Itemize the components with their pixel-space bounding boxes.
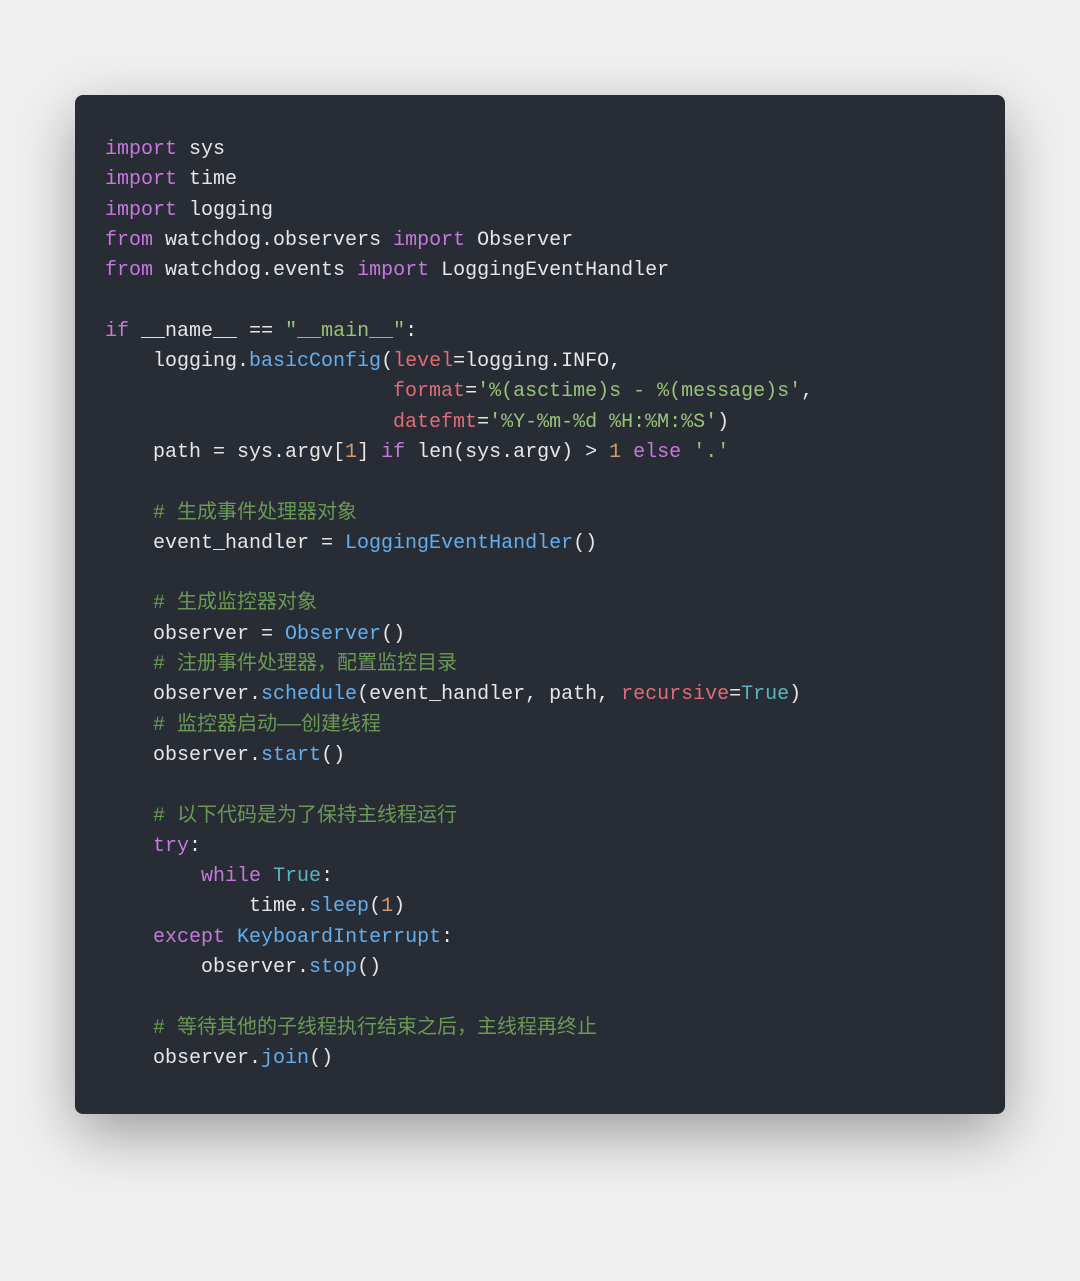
- line-5: from watchdog.events import LoggingEvent…: [105, 259, 669, 282]
- line-6: if __name__ == "__main__":: [105, 320, 417, 343]
- line-20: try:: [105, 835, 201, 858]
- code-block: import sys import time import logging fr…: [75, 95, 1005, 1114]
- line-3: import logging: [105, 199, 273, 222]
- line-2: import time: [105, 168, 237, 191]
- line-21: while True:: [105, 865, 333, 888]
- line-18: observer.start(): [105, 744, 345, 767]
- line-7: logging.basicConfig(level=logging.INFO,: [105, 350, 621, 373]
- line-22: time.sleep(1): [105, 895, 405, 918]
- line-4: from watchdog.observers import Observer: [105, 229, 573, 252]
- line-26: observer.join(): [105, 1047, 333, 1070]
- line-12: event_handler = LoggingEventHandler(): [105, 532, 597, 555]
- line-11: # 生成事件处理器对象: [105, 502, 357, 525]
- line-1: import sys: [105, 138, 225, 161]
- line-10: path = sys.argv[1] if len(sys.argv) > 1 …: [105, 441, 729, 464]
- line-24: observer.stop(): [105, 956, 381, 979]
- line-14: observer = Observer(): [105, 623, 405, 646]
- line-25: # 等待其他的子线程执行结束之后，主线程再终止: [105, 1017, 597, 1040]
- line-16: observer.schedule(event_handler, path, r…: [105, 683, 801, 706]
- line-17: # 监控器启动——创建线程: [105, 714, 381, 737]
- line-19: # 以下代码是为了保持主线程运行: [105, 805, 457, 828]
- line-23: except KeyboardInterrupt:: [105, 926, 453, 949]
- line-13: # 生成监控器对象: [105, 592, 317, 615]
- line-15: # 注册事件处理器，配置监控目录: [105, 653, 457, 676]
- line-9: datefmt='%Y-%m-%d %H:%M:%S'): [105, 411, 729, 434]
- line-8: format='%(asctime)s - %(message)s',: [105, 380, 813, 403]
